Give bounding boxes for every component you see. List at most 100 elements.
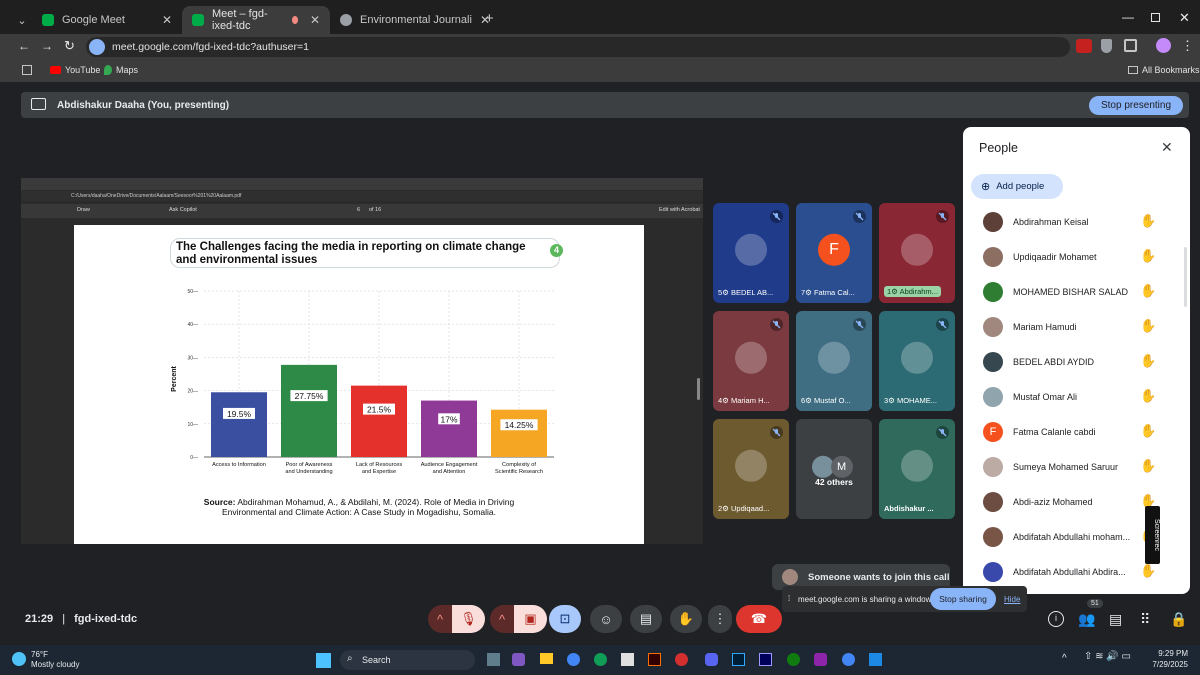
hide-link[interactable]: Hide <box>1004 595 1020 604</box>
participant-tile[interactable]: 3⚙ MOHAME... <box>879 311 955 411</box>
video-options-chevron-icon[interactable]: ^ <box>490 605 514 633</box>
tab-google-meet[interactable]: Google Meet ✕ <box>32 6 182 34</box>
tab-meet-call[interactable]: Meet – fgd-ixed-tdc ✕ <box>182 6 330 34</box>
people-list-item[interactable]: MOHAMED BISHAR SALAD <box>983 281 1128 303</box>
meeting-details-icon[interactable]: i <box>1048 611 1064 627</box>
bookmark-youtube[interactable]: YouTube <box>50 65 100 75</box>
stop-sharing-button[interactable]: Stop sharing <box>930 588 996 610</box>
raise-hand-button[interactable]: ✋ <box>670 605 702 633</box>
stop-presenting-button[interactable]: Stop presenting <box>1089 96 1183 115</box>
captions-icon: ▤ <box>639 611 653 626</box>
host-controls-icon[interactable]: 🔒 <box>1170 611 1187 628</box>
present-button[interactable]: ⊡ <box>549 605 581 633</box>
maximize-icon[interactable] <box>1151 13 1160 22</box>
app-icon-2[interactable] <box>869 653 882 666</box>
people-list-item[interactable]: Abdi-aziz Mohamed <box>983 491 1093 513</box>
people-list-item[interactable]: Updiqaadir Mohamet <box>983 246 1097 268</box>
extension-icon[interactable] <box>1076 39 1092 53</box>
participant-tile[interactable]: M 42 others <box>796 419 872 519</box>
weather-icon[interactable] <box>12 652 26 666</box>
more-options-button[interactable]: ⋮ <box>708 605 732 633</box>
participant-tile[interactable]: 6⚙ Mustaf O... <box>796 311 872 411</box>
close-people-icon[interactable]: ✕ <box>1161 139 1173 156</box>
more-vert-icon: ⋮ <box>713 611 727 626</box>
address-bar[interactable]: meet.google.com/fgd-ixed-tdc?authuser=1 <box>86 37 1070 57</box>
audio-options-chevron-icon[interactable]: ^ <box>428 605 452 633</box>
opera-icon[interactable] <box>675 653 688 666</box>
tab-search-icon[interactable]: ⌄ <box>12 6 32 34</box>
participant-tile[interactable]: Abdishakur ... <box>879 419 955 519</box>
illustrator-icon[interactable] <box>648 653 661 666</box>
people-scrollbar[interactable] <box>1184 247 1187 307</box>
people-list-item[interactable]: Abdifatah Abdullahi Abdira... <box>983 561 1126 583</box>
close-tab-icon[interactable]: ✕ <box>162 13 172 27</box>
store-icon[interactable] <box>621 653 634 666</box>
people-list-item[interactable]: Abdifatah Abdullahi moham... <box>983 526 1130 548</box>
xbox-icon[interactable] <box>787 653 800 666</box>
add-people-button[interactable]: ⊕ Add people <box>971 174 1063 199</box>
copilot-icon[interactable] <box>512 653 525 666</box>
camera-off-button[interactable]: ▣ <box>514 605 547 633</box>
people-button-icon[interactable]: 👥 <box>1078 611 1095 628</box>
participant-avatar <box>901 449 933 482</box>
drag-handle-icon[interactable]: ⁞ <box>788 594 790 603</box>
participant-tile[interactable]: 2⚙ Updiqaad... <box>713 419 789 519</box>
discord-icon[interactable] <box>705 653 718 666</box>
forward-icon[interactable]: → <box>41 39 53 53</box>
people-list-item[interactable]: Mariam Hamudi <box>983 316 1077 338</box>
chat-icon[interactable]: ▤ <box>1109 611 1122 628</box>
people-list-item[interactable]: Abdirahman Keisal <box>983 211 1089 233</box>
task-view-icon[interactable] <box>487 653 500 666</box>
participant-tile[interactable]: 5⚙ BEDEL AB... <box>713 203 789 303</box>
microphone-off-button[interactable]: 🎙 <box>452 605 485 633</box>
participant-tile[interactable]: 4⚙ Mariam H... <box>713 311 789 411</box>
minimize-icon[interactable]: — <box>1122 10 1134 24</box>
emoji-button[interactable]: ☺ <box>590 605 622 633</box>
chrome-active-icon[interactable] <box>842 653 855 666</box>
clock-date[interactable]: 7/29/2025 <box>1146 660 1188 669</box>
profile-avatar[interactable] <box>1156 38 1171 53</box>
new-tab-icon[interactable]: + <box>485 10 494 27</box>
windows-start-icon[interactable] <box>316 653 331 668</box>
participant-tile[interactable]: 1⚙ Abdirahm... <box>879 203 955 303</box>
back-icon[interactable]: ← <box>18 39 30 53</box>
data-label: 19.5% <box>227 409 252 419</box>
close-tab-icon[interactable]: ✕ <box>310 13 320 27</box>
close-window-icon[interactable]: ✕ <box>1179 10 1190 26</box>
person-name: Abdi-aziz Mohamed <box>1013 497 1093 507</box>
mic-permission-icon[interactable] <box>89 39 105 55</box>
participant-tile[interactable]: F 7⚙ Fatma Cal... <box>796 203 872 303</box>
bookmark-label: Maps <box>116 65 139 75</box>
clock-time[interactable]: 9:29 PM <box>1152 649 1188 658</box>
app-icon[interactable] <box>814 653 827 666</box>
bookmark-maps[interactable]: Maps <box>104 65 138 75</box>
extensions-puzzle-icon[interactable] <box>1124 39 1137 52</box>
captions-button[interactable]: ▤ <box>630 605 662 633</box>
file-explorer-icon[interactable] <box>540 653 553 664</box>
reload-icon[interactable]: ↻ <box>64 38 75 54</box>
tab-environmental[interactable]: Environmental Journalism Evol ✕ <box>330 6 500 34</box>
people-list-item[interactable]: Mustaf Omar Ali <box>983 386 1077 408</box>
bar-chart: 19.5% 27.75% 21.5% 17% 14.25% 0— 10— 20— 30— 40—… <box>171 289 554 475</box>
tray-icons[interactable]: ⇧ ≋ 🔊 ▭ <box>1084 651 1131 662</box>
people-list-item[interactable]: BEDEL ABDI AYDID <box>983 351 1094 373</box>
shield-icon[interactable] <box>1101 39 1112 53</box>
all-bookmarks[interactable]: All Bookmarks <box>1128 65 1200 75</box>
taskbar-search[interactable]: ⌕ Search <box>340 650 475 670</box>
activities-icon[interactable]: ⠿ <box>1140 611 1150 628</box>
person-avatar <box>983 282 1003 302</box>
screenrec-widget[interactable]: Screenrec <box>1145 506 1160 564</box>
people-list-item[interactable]: F Fatma Calanle cabdi <box>983 421 1096 443</box>
apps-grid-icon[interactable] <box>22 65 32 75</box>
people-list-item[interactable]: Sumeya Mohamed Saruur <box>983 456 1118 478</box>
menu-kebab-icon[interactable]: ⋮ <box>1181 38 1194 54</box>
tray-chevron-icon[interactable]: ^ <box>1062 653 1067 664</box>
premiere-icon[interactable] <box>759 653 772 666</box>
person-name: MOHAMED BISHAR SALAD <box>1013 287 1129 297</box>
chrome-icon[interactable] <box>567 653 580 666</box>
person-avatar <box>983 562 1003 582</box>
photoshop-icon[interactable] <box>732 653 745 666</box>
raised-hand-icon: ✋ <box>1140 563 1157 578</box>
leave-call-button[interactable]: ☎ <box>736 605 782 633</box>
edge-icon[interactable] <box>594 653 607 666</box>
